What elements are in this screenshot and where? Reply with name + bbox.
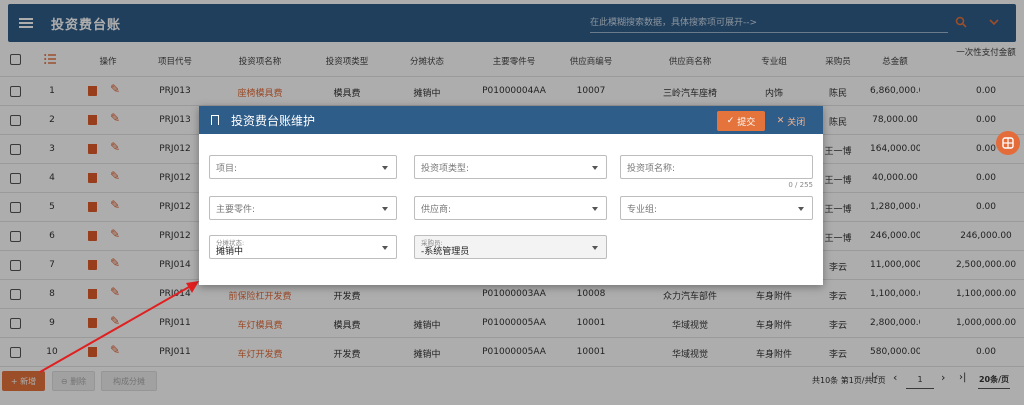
submit-label: 提交 xyxy=(737,117,756,128)
submit-button[interactable]: ✓ 提交 xyxy=(717,111,765,131)
dialog-title: 投资费台账维护 xyxy=(231,113,316,128)
invest-type-placeholder: 投资项类型: xyxy=(421,163,470,174)
buyer-field-label: 采购员: xyxy=(421,239,443,247)
invest-name-input[interactable]: 投资项名称: xyxy=(620,155,813,179)
bookmark-icon xyxy=(211,115,219,125)
invest-name-placeholder: 投资项名称: xyxy=(627,163,676,174)
status-select[interactable]: 分摊状态: 摊销中 xyxy=(209,235,397,259)
group-placeholder: 专业组: xyxy=(627,204,658,215)
main-part-placeholder: 主要零件: xyxy=(216,204,256,215)
dialog-header: 投资费台账维护 ✓ 提交 ✕ 关闭 xyxy=(199,106,823,134)
project-select[interactable]: 项目: xyxy=(209,155,397,179)
status-field-label: 分摊状态: xyxy=(216,239,245,247)
supplier-select[interactable]: 供应商: xyxy=(414,196,607,220)
main-part-select[interactable]: 主要零件: xyxy=(209,196,397,220)
floating-tools-button[interactable] xyxy=(996,131,1020,155)
grid-icon xyxy=(1002,137,1014,149)
invest-type-select[interactable]: 投资项类型: xyxy=(414,155,607,179)
char-counter: 0 / 255 xyxy=(788,181,813,189)
ledger-edit-dialog: 投资费台账维护 ✓ 提交 ✕ 关闭 项目: 投资项类型: 投资项名称: 0 / … xyxy=(199,106,823,285)
project-placeholder: 项目: xyxy=(216,163,238,174)
group-select[interactable]: 专业组: xyxy=(620,196,813,220)
supplier-placeholder: 供应商: xyxy=(421,204,452,215)
close-label: 关闭 xyxy=(787,117,806,128)
close-button[interactable]: ✕ 关闭 xyxy=(771,111,811,131)
buyer-select[interactable]: 采购员: -系统管理员 xyxy=(414,235,607,259)
